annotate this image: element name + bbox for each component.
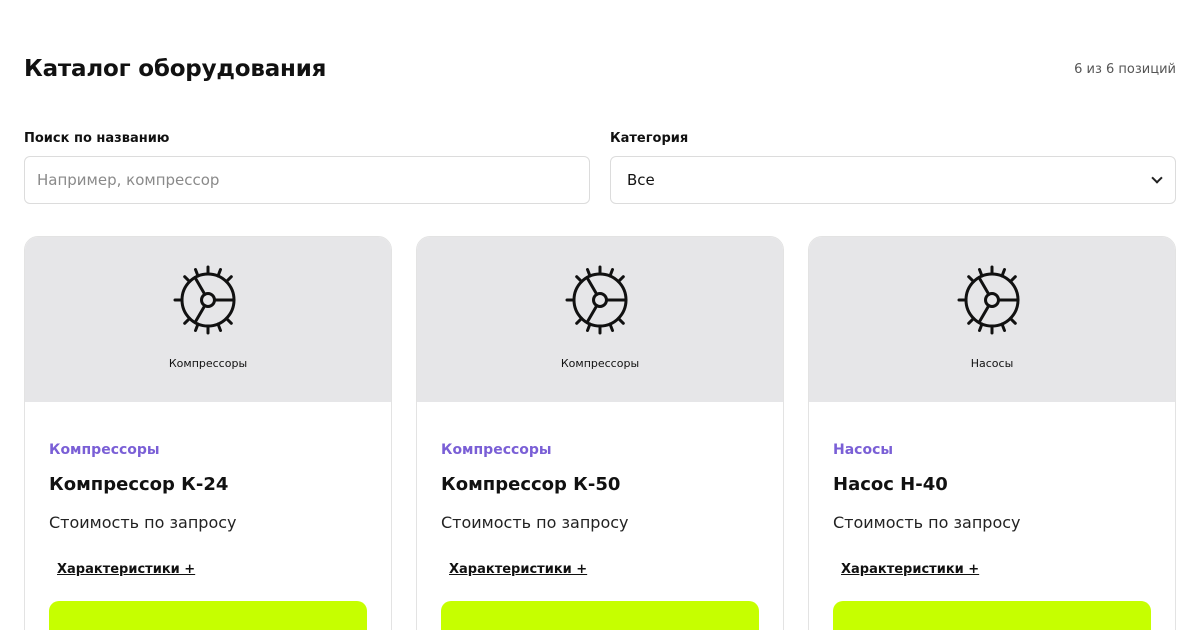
card-cta-button[interactable] bbox=[833, 601, 1151, 630]
card-category: Компрессоры bbox=[441, 442, 552, 458]
category-select[interactable]: Все bbox=[610, 156, 1176, 204]
card-category: Насосы bbox=[833, 442, 894, 458]
category-field: Категория Все bbox=[610, 131, 1176, 204]
card-title: Компрессор К-50 bbox=[441, 474, 621, 495]
product-image: Компрессоры bbox=[417, 237, 783, 402]
card-body: Насосы Насос Н-40 Стоимость по запросу Х… bbox=[809, 402, 1175, 630]
search-label: Поиск по названию bbox=[24, 131, 170, 146]
card-body: Компрессоры Компрессор К-50 Стоимость по… bbox=[417, 402, 783, 630]
filters-bar: Поиск по названию Категория Все bbox=[24, 131, 1176, 204]
page-title: Каталог оборудования bbox=[24, 56, 327, 82]
page-header: Каталог оборудования 6 из 6 позиций bbox=[24, 56, 1176, 82]
card-body: Компрессоры Компрессор К-24 Стоимость по… bbox=[25, 402, 391, 630]
card-category: Компрессоры bbox=[49, 442, 160, 458]
category-selected-value: Все bbox=[627, 171, 655, 189]
product-card: Насосы Насосы Насос Н-40 Стоимость по за… bbox=[808, 236, 1176, 630]
specs-toggle-link[interactable]: Характеристики + bbox=[57, 562, 195, 577]
card-price: Стоимость по запросу bbox=[833, 513, 1021, 532]
image-caption: Насосы bbox=[970, 357, 1014, 370]
gear-icon bbox=[957, 265, 1020, 335]
specs-toggle-link[interactable]: Характеристики + bbox=[841, 562, 979, 577]
gear-icon bbox=[173, 265, 236, 335]
card-title: Насос Н-40 bbox=[833, 474, 948, 495]
product-image: Насосы bbox=[809, 237, 1175, 402]
search-input[interactable] bbox=[24, 156, 590, 204]
product-card: Компрессоры Компрессоры Компрессор К-50 … bbox=[416, 236, 784, 630]
card-cta-button[interactable] bbox=[441, 601, 759, 630]
specs-toggle-link[interactable]: Характеристики + bbox=[449, 562, 587, 577]
results-count: 6 из 6 позиций bbox=[1074, 61, 1176, 77]
image-caption: Компрессоры bbox=[168, 357, 248, 370]
search-field: Поиск по названию bbox=[24, 131, 590, 204]
card-title: Компрессор К-24 bbox=[49, 474, 229, 495]
product-card: Компрессоры Компрессоры Компрессор К-24 … bbox=[24, 236, 392, 630]
chevron-down-icon bbox=[1151, 172, 1163, 184]
image-caption: Компрессоры bbox=[560, 357, 640, 370]
product-grid: Компрессоры Компрессоры Компрессор К-24 … bbox=[24, 236, 1176, 630]
card-cta-button[interactable] bbox=[49, 601, 367, 630]
gear-icon bbox=[565, 265, 628, 335]
product-image: Компрессоры bbox=[25, 237, 391, 402]
card-price: Стоимость по запросу bbox=[441, 513, 629, 532]
category-label: Категория bbox=[610, 131, 689, 146]
catalog-page: Каталог оборудования 6 из 6 позиций Поис… bbox=[0, 0, 1200, 630]
card-price: Стоимость по запросу bbox=[49, 513, 237, 532]
